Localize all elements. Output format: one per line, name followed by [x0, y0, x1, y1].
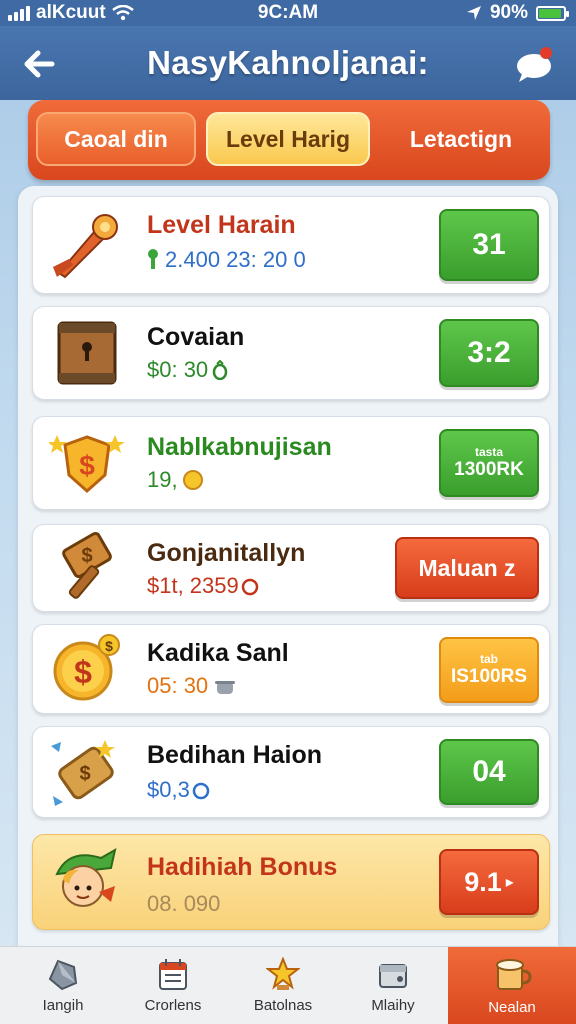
- item-action-label: 31: [472, 228, 506, 261]
- tab-caoal-din[interactable]: Caoal din: [36, 112, 196, 166]
- svg-text:$: $: [79, 450, 95, 481]
- chat-bubble-icon: [517, 47, 552, 82]
- coin-icon: [241, 578, 258, 596]
- location-arrow-icon: [466, 6, 481, 20]
- item-name: Hadihiah Bonus: [147, 853, 338, 881]
- item-stats: $0,3: [147, 777, 210, 803]
- item-action-button[interactable]: tab IS100RS: [439, 637, 539, 703]
- item-action-button[interactable]: tasta 1300RK: [439, 429, 539, 497]
- status-right: 90%: [466, 2, 569, 24]
- money-tag-icon: $: [51, 740, 115, 806]
- nav-item-batolnas[interactable]: Batolnas: [228, 947, 338, 1024]
- item-action-button[interactable]: 3:2: [439, 319, 539, 387]
- tab-letactign[interactable]: Letactign: [380, 112, 542, 166]
- item-stats-text: 2.400 23: 20 0: [165, 247, 306, 272]
- item-stats: 2.400 23: 20 0: [147, 247, 306, 273]
- item-name: Bedihan Haion: [147, 741, 323, 769]
- bottom-nav: Iangih Crorlens Batolnas Mlaihy Nealan: [0, 946, 576, 1024]
- coin-icon: [182, 470, 203, 490]
- play-arrow-icon: ▸: [505, 874, 514, 891]
- dollar-coin-icon: $ $: [53, 634, 120, 701]
- mug-icon: [496, 959, 532, 990]
- svg-text:$: $: [81, 545, 92, 567]
- nav-label: Nealan: [488, 999, 536, 1016]
- key-icon: [148, 249, 158, 269]
- item-action-label: Maluan z: [418, 554, 516, 581]
- list-item[interactable]: $ Gonjanitallyn $1t, 2359 Maluan z: [32, 524, 550, 612]
- list-item[interactable]: $ Nablkabnujisan 19, tasta 1300RK: [32, 416, 550, 510]
- svg-text:$: $: [74, 654, 92, 690]
- box-icon: [379, 964, 407, 988]
- item-action-top-label: tab: [480, 652, 498, 666]
- svg-text:$: $: [105, 638, 113, 654]
- item-action-button[interactable]: Maluan z: [395, 537, 539, 599]
- arrow-left-icon: [24, 50, 55, 78]
- item-name: Nablkabnujisan: [147, 433, 332, 461]
- item-action-label: 1300RK: [454, 459, 524, 480]
- chat-button[interactable]: [514, 44, 556, 84]
- battery-percent: 90%: [489, 2, 528, 23]
- status-bar: alKcuut 9C:AM 90%: [0, 0, 576, 26]
- item-action-label: IS100RS: [450, 666, 528, 687]
- list-item[interactable]: Level Harain 2.400 23: 20 0 31: [32, 196, 550, 294]
- list-item[interactable]: $ $ Kadika Sanl 05: 30 tab IS100RS: [32, 624, 550, 714]
- page-title: NasyKahnoljanai:: [147, 44, 429, 81]
- item-name: Kadika Sanl: [147, 639, 289, 667]
- elf-character-icon: [55, 848, 117, 907]
- star-shield-icon: $: [49, 435, 125, 494]
- item-stats-text: $0: 30: [147, 357, 209, 382]
- torch-icon: [53, 214, 118, 279]
- treasure-chest-icon: [57, 321, 117, 385]
- nav-label: Mlaihy: [371, 997, 415, 1014]
- tab-level-harig[interactable]: Level Harig: [206, 112, 370, 166]
- item-stats: 08. 090: [147, 891, 220, 917]
- item-stats-text: $0,3: [147, 777, 190, 802]
- svg-text:$: $: [79, 763, 90, 785]
- item-action-top-label: tasta: [474, 445, 503, 459]
- item-action-button[interactable]: 9.1 ▸: [439, 849, 539, 915]
- bag-icon: [212, 359, 228, 381]
- item-name: Level Harain: [147, 211, 296, 239]
- item-action-button[interactable]: 04: [439, 739, 539, 805]
- item-name: Gonjanitallyn: [147, 539, 306, 567]
- battery-icon: [536, 5, 569, 21]
- nav-item-mlaihy[interactable]: Mlaihy: [338, 947, 448, 1024]
- nav-item-nealan[interactable]: Nealan: [448, 947, 576, 1024]
- battery-fill: [539, 8, 561, 18]
- item-stats-text: $1t, 2359: [147, 573, 239, 598]
- hammer-icon: $: [62, 531, 112, 599]
- item-action-label: 3:2: [467, 336, 511, 369]
- item-stats-text: 08. 090: [147, 891, 221, 916]
- nav-item-crorlens[interactable]: Crorlens: [118, 947, 228, 1024]
- item-action-button[interactable]: 31: [439, 209, 539, 281]
- nav-item-iangih[interactable]: Iangih: [8, 947, 118, 1024]
- item-stats-text: 19,: [147, 467, 178, 492]
- back-button[interactable]: [18, 44, 62, 84]
- item-name: Covaian: [147, 323, 245, 351]
- star-trophy-icon: [266, 957, 300, 990]
- nav-label: Crorlens: [144, 997, 202, 1014]
- tab-bar: Caoal din Level Harig Letactign: [28, 100, 550, 180]
- item-stats: 05: 30: [147, 673, 236, 699]
- item-stats: $0: 30: [147, 357, 228, 383]
- list-item[interactable]: $ Bedihan Haion $0,3 04: [32, 726, 550, 818]
- nav-label: Batolnas: [253, 997, 313, 1014]
- coin-icon: [192, 782, 210, 800]
- nav-label: Iangih: [42, 997, 84, 1014]
- item-stats-text: 05: 30: [147, 673, 209, 698]
- item-action-label: 9.1: [464, 866, 502, 897]
- calendar-icon: [159, 959, 187, 990]
- item-stats: 19,: [147, 467, 204, 493]
- crystal-icon: [48, 959, 78, 991]
- bonus-item[interactable]: Hadihiah Bonus 08. 090 9.1 ▸: [32, 834, 550, 930]
- app-header: NasyKahnoljanai:: [0, 26, 576, 100]
- item-stats: $1t, 2359: [147, 573, 259, 599]
- list-item[interactable]: Covaian $0: 30 3:2: [32, 306, 550, 400]
- item-action-label: 04: [472, 755, 506, 788]
- pot-icon: [215, 681, 236, 694]
